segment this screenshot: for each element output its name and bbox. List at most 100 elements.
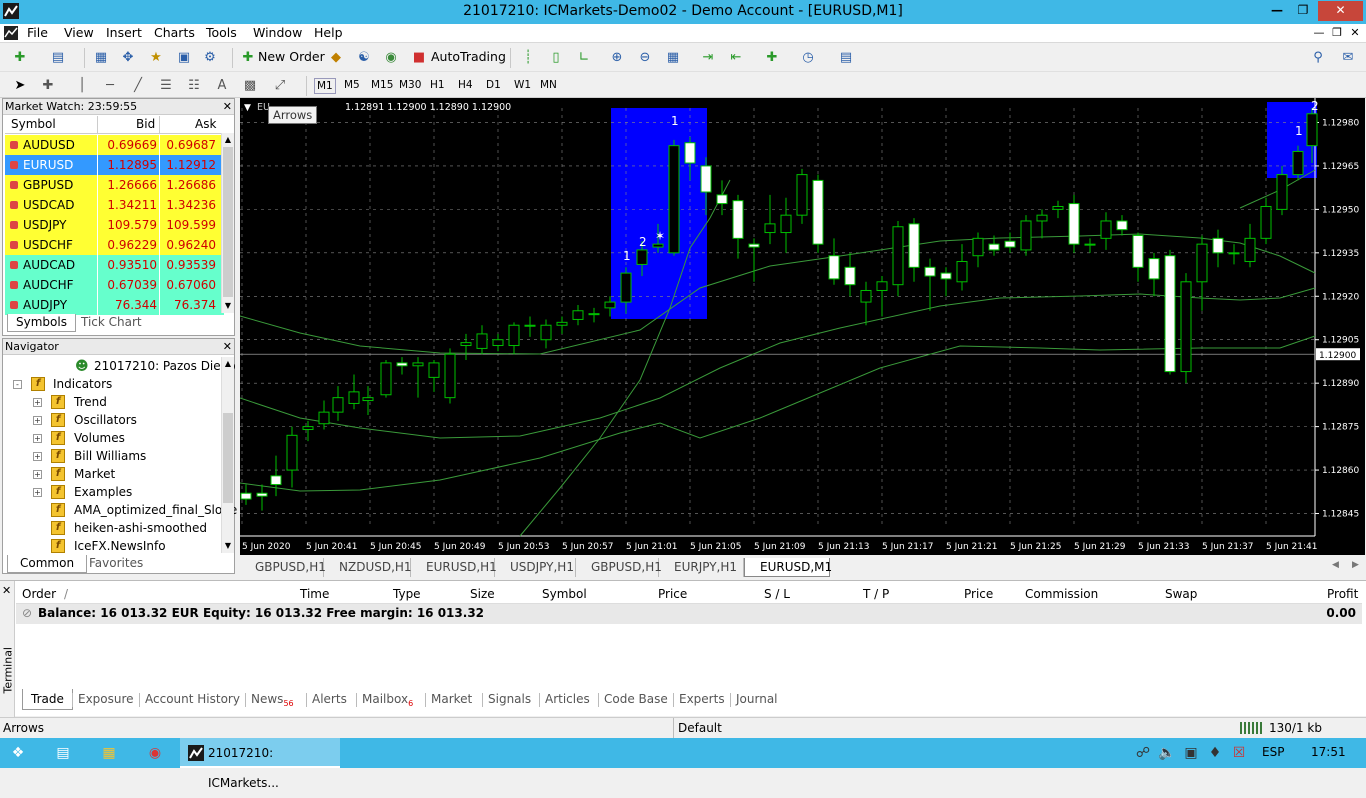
- zoom-out-icon[interactable]: ⊖: [635, 49, 655, 67]
- expand-icon[interactable]: +: [33, 488, 42, 497]
- mdi-close-button[interactable]: ✕: [1346, 26, 1364, 41]
- menu-charts[interactable]: Charts: [154, 25, 195, 40]
- autoscroll-icon[interactable]: ⇤: [726, 49, 746, 67]
- terminal-tab[interactable]: Experts: [679, 689, 725, 710]
- col-size[interactable]: Size: [470, 587, 495, 601]
- scroll-down-icon[interactable]: ▼: [222, 299, 234, 313]
- expand-icon[interactable]: +: [33, 452, 42, 461]
- security-icon[interactable]: ☒: [1230, 744, 1248, 762]
- terminal-tab[interactable]: Mailbox6: [362, 689, 413, 710]
- metaeditor-icon[interactable]: ◆: [326, 49, 346, 67]
- scroll-down-icon[interactable]: ▼: [222, 539, 234, 553]
- chart-tab[interactable]: USDJPY,H1: [495, 558, 576, 577]
- search-icon[interactable]: ⚲: [1308, 49, 1328, 67]
- channel-icon[interactable]: ☰: [156, 77, 176, 95]
- chat-icon[interactable]: ✉: [1338, 49, 1358, 67]
- tab-favorites[interactable]: Favorites: [81, 555, 151, 573]
- terminal-tab[interactable]: Market: [431, 689, 472, 710]
- language-indicator[interactable]: ESP: [1262, 745, 1284, 759]
- tf-m15[interactable]: M15: [369, 78, 395, 94]
- tab-scroll-left-icon[interactable]: ◀: [1332, 560, 1339, 570]
- navigator-scrollbar[interactable]: ▲ ▼: [221, 357, 234, 553]
- tf-m5[interactable]: M5: [342, 78, 362, 94]
- balance-row[interactable]: ⊘ Balance: 16 013.32 EUR Equity: 16 013.…: [16, 604, 1362, 624]
- tf-m1[interactable]: M1: [314, 78, 336, 94]
- tile-windows-icon[interactable]: ▦: [663, 49, 683, 67]
- trendline-icon[interactable]: ╱: [128, 77, 148, 95]
- tab-tick-chart[interactable]: Tick Chart: [73, 314, 150, 332]
- crosshair-icon[interactable]: ✚: [38, 77, 58, 95]
- market-watch-row[interactable]: USDCAD 1.34211 1.34236: [5, 195, 224, 215]
- market-watch-row[interactable]: GBPUSD 1.26666 1.26686: [5, 175, 224, 195]
- tab-common[interactable]: Common: [7, 555, 88, 573]
- file-explorer-icon[interactable]: ▦: [100, 744, 118, 762]
- indicators-icon[interactable]: ✚: [762, 49, 782, 67]
- terminal-icon[interactable]: ▣: [174, 49, 194, 67]
- horizontal-line-icon[interactable]: ─: [100, 77, 120, 95]
- windows-start-icon[interactable]: ❖: [9, 744, 27, 762]
- col-profit[interactable]: Profit: [1327, 587, 1358, 601]
- vertical-line-icon[interactable]: │: [72, 77, 92, 95]
- col-tp[interactable]: T / P: [863, 587, 889, 601]
- clock[interactable]: 17:51: [1311, 745, 1346, 759]
- close-icon[interactable]: ✕: [2, 584, 11, 597]
- col-order[interactable]: Order: [22, 587, 56, 601]
- close-button[interactable]: ✕: [1318, 1, 1363, 21]
- column-symbol[interactable]: Symbol: [11, 117, 56, 131]
- zoom-in-icon[interactable]: ⊕: [607, 49, 627, 67]
- server-manager-icon[interactable]: ▤: [54, 744, 72, 762]
- menu-tools[interactable]: Tools: [206, 25, 237, 40]
- col-commission[interactable]: Commission: [1025, 587, 1098, 601]
- label-icon[interactable]: ▩: [240, 77, 260, 95]
- column-ask[interactable]: Ask: [195, 117, 216, 131]
- terminal-tab[interactable]: Code Base: [604, 689, 668, 710]
- col-swap[interactable]: Swap: [1165, 587, 1197, 601]
- chart-tab[interactable]: GBPUSD,H1: [240, 558, 326, 577]
- terminal-tab[interactable]: News56: [251, 689, 294, 710]
- market-watch-row[interactable]: AUDCAD 0.93510 0.93539: [5, 255, 224, 275]
- col-type[interactable]: Type: [393, 587, 421, 601]
- menu-window[interactable]: Window: [253, 25, 302, 40]
- arrows-icon[interactable]: ⤢: [270, 77, 290, 95]
- collapse-icon[interactable]: -: [13, 380, 22, 389]
- expand-icon[interactable]: +: [33, 434, 42, 443]
- data-window-icon[interactable]: ✥: [118, 49, 138, 67]
- cursor-icon[interactable]: ➤: [10, 77, 30, 95]
- chart-tab[interactable]: EURJPY,H1: [659, 558, 744, 577]
- terminal-tab[interactable]: Journal: [736, 689, 778, 710]
- restore-button[interactable]: ❐: [1290, 1, 1316, 21]
- chart-tab[interactable]: NZDUSD,H1: [324, 558, 412, 577]
- market-watch-row[interactable]: USDCHF 0.96229 0.96240: [5, 235, 224, 255]
- terminal-tab[interactable]: Exposure: [78, 689, 134, 710]
- scroll-up-icon[interactable]: ▲: [222, 357, 234, 371]
- tf-h1[interactable]: H1: [428, 78, 447, 94]
- column-bid[interactable]: Bid: [136, 117, 155, 131]
- market-watch-row[interactable]: EURUSD 1.12895 1.12912: [5, 155, 224, 175]
- terminal-tab[interactable]: Alerts: [312, 689, 347, 710]
- menu-file[interactable]: File: [27, 25, 48, 40]
- bar-chart-icon[interactable]: ┊: [518, 49, 538, 67]
- chart-tab[interactable]: EURUSD,M1: [744, 558, 832, 577]
- line-chart-icon[interactable]: ∟: [574, 49, 594, 67]
- mdi-minimize-button[interactable]: —: [1310, 26, 1328, 41]
- autotrading-icon[interactable]: ■: [409, 49, 429, 67]
- new-order-icon[interactable]: ✚: [238, 49, 258, 67]
- scroll-up-icon[interactable]: ▲: [222, 133, 234, 147]
- terminal-tab[interactable]: Signals: [488, 689, 531, 710]
- tf-d1[interactable]: D1: [484, 78, 503, 94]
- templates-icon[interactable]: ▤: [836, 49, 856, 67]
- profiles-icon[interactable]: ▤: [48, 49, 68, 67]
- candlestick-icon[interactable]: ▯: [546, 49, 566, 67]
- market-icon[interactable]: ◉: [381, 49, 401, 67]
- menu-help[interactable]: Help: [314, 25, 343, 40]
- col-price[interactable]: Price: [658, 587, 687, 601]
- chart-tab[interactable]: GBPUSD,H1: [576, 558, 662, 577]
- navigator-icon[interactable]: ★: [146, 49, 166, 67]
- taskbar-metatrader[interactable]: 21017210: ICMarkets...: [180, 738, 340, 790]
- terminal-tab[interactable]: Trade: [22, 689, 73, 710]
- chart-tab[interactable]: EURUSD,H1: [411, 558, 497, 577]
- strategy-tester-icon[interactable]: ⚙: [200, 49, 220, 67]
- chrome-icon[interactable]: ◉: [146, 744, 164, 762]
- expand-icon[interactable]: +: [33, 416, 42, 425]
- display-icon[interactable]: ▣: [1182, 744, 1200, 762]
